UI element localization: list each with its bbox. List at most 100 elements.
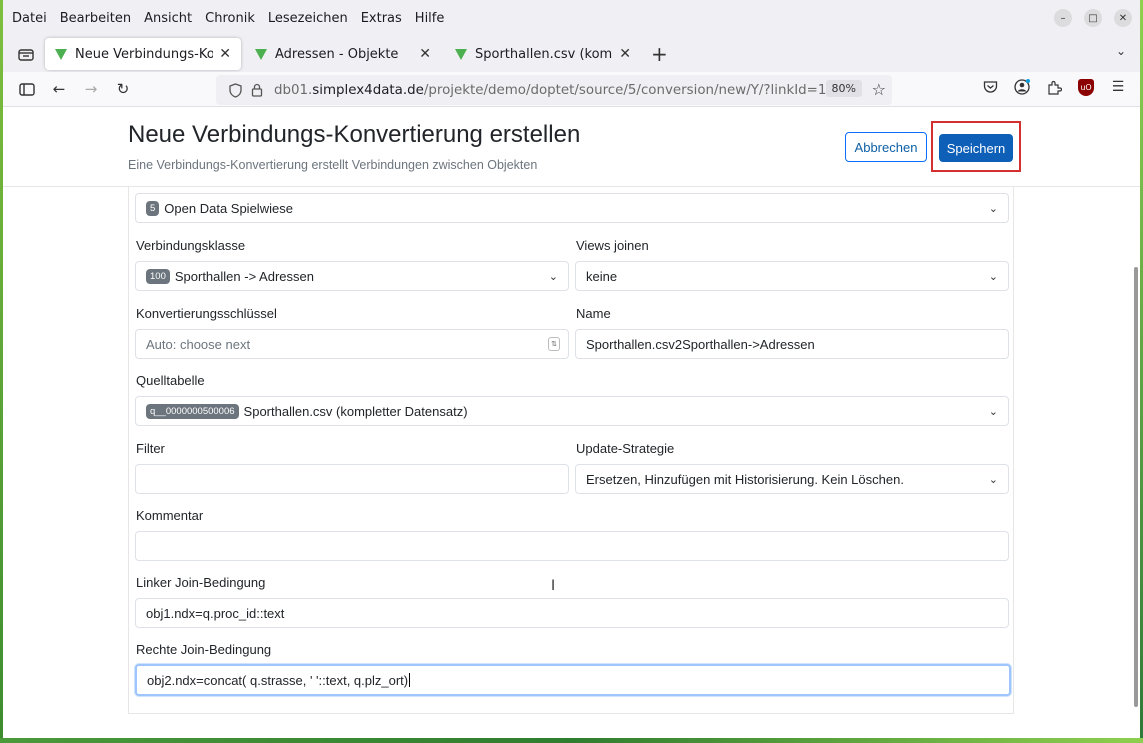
menu-lesezeichen[interactable]: Lesezeichen: [268, 11, 348, 26]
page-content: 5 Open Data Spielwiese ⌄ Verbindungsklas…: [3, 107, 1140, 738]
page-title: Neue Verbindungs-Konvertierung erstellen: [128, 121, 581, 148]
update-strategy-value: Ersetzen, Hinzufügen mit Historisierung.…: [586, 471, 904, 487]
tab-neue-verbindung[interactable]: Neue Verbindungs-Konve ✕: [45, 38, 241, 70]
site-favicon-icon: [55, 48, 67, 60]
filter-label: Filter: [136, 441, 165, 456]
pocket-icon[interactable]: [980, 76, 1000, 98]
toolbar-right: uO ☰: [980, 76, 1128, 98]
reload-icon[interactable]: ↻: [107, 75, 139, 103]
left-join-value: obj1.ndx=q.proc_id::text: [146, 605, 285, 621]
tab-label: Neue Verbindungs-Konve: [75, 46, 214, 62]
name-value: Sporthallen.csv2Sporthallen->Adressen: [586, 336, 815, 352]
hamburger-menu-icon[interactable]: ☰: [1108, 76, 1128, 98]
link-class-label: Verbindungsklasse: [136, 238, 246, 253]
close-tab-icon[interactable]: ✕: [619, 46, 631, 62]
menubar: Datei Bearbeiten Ansicht Chronik Lesezei…: [3, 0, 1140, 36]
new-tab-icon[interactable]: +: [651, 42, 668, 66]
extensions-icon[interactable]: [1044, 76, 1064, 98]
scrollbar[interactable]: [1134, 267, 1138, 707]
update-strategy-label: Update-Strategie: [576, 441, 675, 456]
name-input[interactable]: Sporthallen.csv2Sporthallen->Adressen: [575, 329, 1009, 359]
text-cursor-icon: I: [551, 578, 556, 594]
url-text[interactable]: db01.simplex4data.de/projekte/demo/dopte…: [274, 83, 843, 98]
url-path: /projekte/demo/doptet/source/5/conversio…: [423, 82, 844, 98]
menu-bearbeiten[interactable]: Bearbeiten: [60, 11, 131, 26]
menu-hilfe[interactable]: Hilfe: [415, 11, 445, 26]
menu-datei[interactable]: Datei: [12, 11, 47, 26]
conversion-key-label: Konvertierungsschlüssel: [136, 306, 277, 321]
source-table-value: Sporthallen.csv (kompletter Datensatz): [243, 403, 468, 419]
filter-input[interactable]: [135, 464, 569, 494]
comment-label: Kommentar: [136, 508, 204, 523]
save-button[interactable]: Speichern: [939, 134, 1013, 162]
text-caret: [409, 673, 411, 687]
url-prefix: db01.: [274, 82, 313, 98]
chevron-down-icon: ⌄: [988, 203, 998, 215]
menu-chronik[interactable]: Chronik: [205, 11, 255, 26]
source-table-badge: q__0000000500006: [146, 403, 239, 419]
tabbar: Neue Verbindungs-Konve ✕ Adressen - Obje…: [3, 36, 1140, 72]
form-card: 5 Open Data Spielwiese ⌄ Verbindungsklas…: [128, 187, 1014, 714]
source-table-label: Quelltabelle: [136, 373, 205, 388]
conversion-key-placeholder: Auto: choose next: [146, 336, 251, 352]
minimize-icon[interactable]: –: [1054, 9, 1072, 27]
chevron-down-icon: ⌄: [988, 271, 998, 283]
desktop-edge-bottom: [0, 738, 1143, 743]
views-join-label: Views joinen: [576, 238, 649, 253]
zoom-level-badge[interactable]: 80%: [825, 80, 862, 97]
tab-label: Sporthallen.csv (komplett: [475, 46, 613, 62]
back-arrow-icon[interactable]: ←: [43, 75, 75, 103]
shield-icon[interactable]: [224, 82, 246, 98]
account-icon[interactable]: [1012, 76, 1032, 98]
comment-input[interactable]: [135, 531, 1009, 561]
cancel-button[interactable]: Abbrechen: [845, 132, 927, 162]
bookmark-star-icon[interactable]: ☆: [872, 80, 886, 99]
site-favicon-icon: [255, 48, 267, 60]
ublock-icon[interactable]: uO: [1076, 76, 1096, 98]
views-join-select[interactable]: keine ⌄: [575, 261, 1009, 291]
sidebar-toggle-icon[interactable]: [11, 75, 43, 103]
tab-overflow-chevron-icon[interactable]: ⌄: [1116, 44, 1126, 58]
tab-label: Adressen - Objekte: [275, 46, 399, 62]
source-select[interactable]: 5 Open Data Spielwiese ⌄: [135, 193, 1009, 223]
chevron-down-icon: ⌄: [988, 406, 998, 418]
menu-ansicht[interactable]: Ansicht: [144, 11, 192, 26]
link-class-value: Sporthallen -> Adressen: [174, 268, 314, 284]
chevron-down-icon: ⌄: [988, 474, 998, 486]
tab-adressen[interactable]: Adressen - Objekte ✕: [245, 38, 441, 70]
left-join-label: Linker Join-Bedingung: [136, 575, 266, 590]
navbar: ← → ↻ db01.simplex4data.de/projekte/demo…: [3, 72, 1140, 107]
source-value: Open Data Spielwiese: [164, 200, 293, 216]
name-label: Name: [576, 306, 611, 321]
right-join-input[interactable]: obj2.ndx=concat( q.strasse, ' '::text, q…: [135, 664, 1011, 696]
close-window-icon[interactable]: ✕: [1114, 9, 1132, 27]
close-tab-icon[interactable]: ✕: [219, 46, 231, 62]
views-join-value: keine: [586, 268, 618, 284]
right-join-label: Rechte Join-Bedingung: [136, 642, 272, 657]
tab-sporthallen[interactable]: Sporthallen.csv (komplett ✕: [445, 38, 641, 70]
conversion-key-input[interactable]: Auto: choose next ⇅: [135, 329, 569, 359]
maximize-icon[interactable]: □: [1084, 9, 1102, 27]
menu-extras[interactable]: Extras: [361, 11, 402, 26]
link-class-select[interactable]: 100 Sporthallen -> Adressen ⌄: [135, 261, 569, 291]
left-join-input[interactable]: obj1.ndx=q.proc_id::text: [135, 598, 1009, 628]
update-strategy-select[interactable]: Ersetzen, Hinzufügen mit Historisierung.…: [575, 464, 1009, 494]
window-controls: – □ ✕: [1054, 9, 1132, 27]
page-header: Neue Verbindungs-Konvertierung erstellen…: [3, 107, 1140, 187]
url-bar[interactable]: db01.simplex4data.de/projekte/demo/dopte…: [216, 75, 892, 105]
close-tab-icon[interactable]: ✕: [419, 46, 431, 62]
forward-arrow-icon[interactable]: →: [75, 75, 107, 103]
page-subtitle: Eine Verbindungs-Konvertierung erstellt …: [128, 158, 538, 172]
source-badge: 5: [146, 200, 160, 216]
chevron-down-icon: ⌄: [548, 271, 558, 283]
right-join-value: obj2.ndx=concat( q.strasse, ' '::text, q…: [147, 672, 409, 688]
tab-list-icon[interactable]: [11, 39, 41, 69]
lock-icon[interactable]: [246, 83, 268, 97]
source-table-select[interactable]: q__0000000500006 Sporthallen.csv (komple…: [135, 396, 1009, 426]
site-favicon-icon: [455, 48, 467, 60]
browser-window: Datei Bearbeiten Ansicht Chronik Lesezei…: [3, 0, 1140, 738]
url-domain: simplex4data.de: [312, 82, 424, 98]
link-class-badge: 100: [146, 268, 170, 284]
highlight-box: Speichern: [931, 121, 1021, 172]
number-spinner-icon[interactable]: ⇅: [548, 337, 560, 351]
